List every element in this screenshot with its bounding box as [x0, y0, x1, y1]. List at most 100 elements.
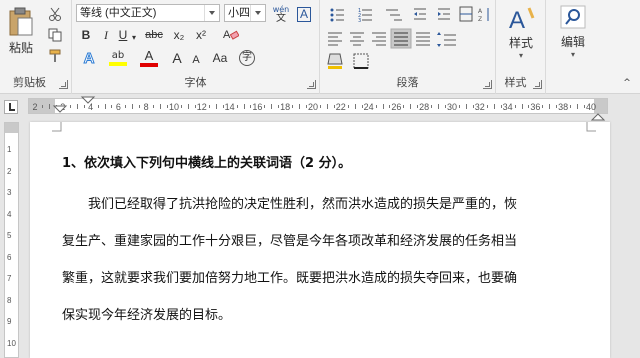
vruler-tick-label: 10 — [7, 338, 16, 348]
copy-button[interactable] — [44, 26, 66, 44]
font-name-select[interactable]: 等线 (中文正文) — [76, 4, 220, 22]
text-effects-button[interactable]: A — [76, 48, 102, 68]
horizontal-ruler[interactable]: 2246810121416182022242628303234363840 — [28, 98, 608, 114]
ruler-minor-tick — [410, 104, 412, 109]
ruler-tick-label: 6 — [115, 102, 121, 112]
cut-button[interactable] — [44, 5, 66, 23]
ruler-minor-tick — [153, 105, 155, 108]
ruler-minor-tick — [97, 105, 99, 108]
vruler-tick-label: 4 — [7, 209, 12, 219]
highlight-label: ab — [111, 50, 125, 61]
ruler-minor-tick — [333, 105, 335, 108]
ruler-tick-label: 12 — [196, 102, 207, 112]
ruler-minor-tick — [69, 105, 71, 108]
ruler-minor-tick — [48, 104, 50, 109]
vertical-ruler[interactable]: 1 2 3 4 5 6 7 8 9 10 — [4, 122, 19, 358]
font-group: 等线 (中文正文) 小四 wén 文 A B I U ▾ abc x₂ x² A… — [72, 0, 320, 94]
format-painter-button[interactable] — [44, 47, 66, 65]
ruler-minor-tick — [250, 105, 252, 108]
bold-button[interactable]: B — [78, 27, 94, 43]
ruler-minor-tick — [375, 105, 377, 108]
clipboard-launcher[interactable] — [59, 80, 68, 89]
strikethrough-button[interactable]: abc — [142, 27, 166, 43]
vruler-tick-label: 9 — [7, 317, 12, 326]
ruler-minor-tick — [486, 105, 488, 108]
svg-text:Z: Z — [478, 16, 482, 23]
collapse-ribbon-icon[interactable]: ^ — [620, 76, 634, 90]
char-border-icon: A — [296, 6, 311, 22]
font-group-label: 字体 — [184, 76, 207, 89]
ruler-minor-tick — [243, 104, 245, 109]
shading-icon — [327, 53, 343, 69]
indent-markers[interactable] — [52, 96, 68, 122]
enclose-char-button[interactable]: 字 — [236, 48, 258, 68]
ruler-minor-tick — [514, 105, 516, 108]
increase-indent-icon — [438, 8, 450, 20]
paragraph-group: 123 AZ 段落 — [320, 0, 496, 94]
subscript-button[interactable]: x₂ — [170, 27, 188, 43]
ruler-tick-label: 18 — [280, 102, 291, 112]
vruler-tick-label: 8 — [7, 295, 12, 305]
ruler-tick-label: 32 — [474, 102, 485, 112]
tab-selector[interactable] — [4, 100, 18, 114]
chevron-down-icon[interactable] — [204, 5, 219, 21]
ruler-minor-tick — [271, 104, 273, 109]
ruler-minor-tick — [570, 105, 572, 108]
paragraph-launcher[interactable] — [483, 80, 492, 89]
styles-label: 样式 — [508, 36, 533, 50]
phonetic-guide-button[interactable]: wén 文 — [270, 3, 292, 25]
vruler-tick-label: 1 — [7, 145, 12, 154]
styles-launcher[interactable] — [533, 80, 542, 89]
ruler-tick-label: 36 — [530, 102, 541, 112]
change-case-button[interactable]: Aa — [208, 50, 232, 66]
phonetic-guide-char: 文 — [276, 13, 286, 24]
body-paragraph: 我们已经取得了抗洪抢险的决定性胜利，然而洪水造成的损失是严重的，恢 复生产、重建… — [62, 186, 588, 334]
hanging-indent-marker[interactable] — [80, 96, 96, 122]
ruler-minor-tick — [528, 105, 530, 108]
styles-icon: A — [509, 7, 535, 34]
font-size-value: 小四 — [228, 7, 250, 19]
ruler-tick-label: 16 — [252, 102, 263, 112]
font-size-select[interactable]: 小四 — [224, 4, 266, 22]
svg-text:A: A — [223, 29, 231, 41]
font-launcher[interactable] — [307, 80, 316, 89]
align-right-icon — [372, 32, 386, 46]
numbering-icon: 123 — [358, 8, 372, 24]
ruler-minor-tick — [139, 105, 141, 108]
ruler-minor-tick — [194, 105, 196, 108]
underline-button[interactable]: U — [116, 27, 130, 43]
shrink-font-button[interactable]: A — [188, 52, 204, 68]
chevron-down-icon[interactable] — [250, 5, 265, 21]
document-page[interactable]: 1、依次填入下列句中横线上的关联词语（2 分）。 我们已经取得了抗洪抢险的决定性… — [30, 122, 610, 358]
char-border-button[interactable]: A — [294, 3, 314, 25]
ruler-minor-tick — [361, 105, 363, 108]
paste-button[interactable]: 粘贴 — [4, 2, 38, 60]
clipboard-group: 粘贴 剪贴板 — [0, 0, 72, 94]
editing-button[interactable]: 编辑 ▾ — [552, 4, 594, 60]
italic-button[interactable]: I — [98, 27, 114, 43]
ruler-tick-label: 26 — [391, 102, 402, 112]
paste-label: 粘贴 — [8, 40, 33, 55]
ruler-minor-tick — [438, 104, 440, 109]
grow-font-button[interactable]: A — [168, 50, 186, 66]
vruler-tick-label: 3 — [7, 188, 12, 197]
highlight-button[interactable]: ab — [104, 47, 132, 69]
brush-icon — [49, 49, 61, 62]
font-color-label: A — [144, 48, 154, 63]
vruler-top-margin — [5, 123, 18, 133]
ruler-minor-tick — [417, 105, 419, 108]
question-heading: 1、依次填入下列句中横线上的关联词语（2 分）。 — [62, 156, 352, 171]
ruler-tick-label: 2 — [32, 102, 38, 112]
ruler-minor-tick — [465, 104, 467, 109]
styles-group: A 样式 ▾ 样式 — [496, 0, 546, 94]
ruler-minor-tick — [577, 104, 579, 109]
clear-format-icon[interactable]: A — [222, 27, 240, 45]
font-color-button[interactable]: A — [136, 47, 162, 69]
underline-dropdown-icon[interactable]: ▾ — [130, 30, 138, 46]
right-indent-marker[interactable] — [591, 106, 605, 122]
ruler-minor-tick — [549, 104, 551, 109]
styles-button[interactable]: A 样式 ▾ — [502, 4, 540, 60]
superscript-button[interactable]: x² — [192, 27, 210, 43]
ruler-minor-tick — [584, 105, 586, 108]
ruler-minor-tick — [41, 105, 43, 108]
